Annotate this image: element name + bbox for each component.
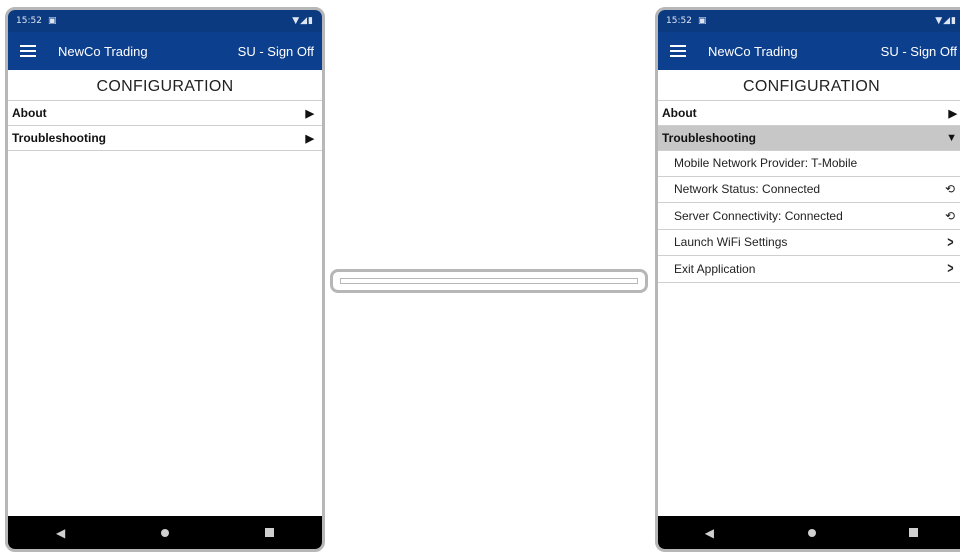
status-time: 15:52	[666, 16, 692, 26]
recents-icon[interactable]	[265, 528, 275, 537]
row-label: Launch WiFi Settings	[674, 235, 788, 250]
triangle-right-icon: ▶	[305, 107, 314, 120]
phone-collapsed: 15:52 ▣ ▼◢▮ NewCo Trading SU - Sign Off …	[5, 7, 325, 552]
section-troubleshooting[interactable]: Troubleshooting ▼	[658, 125, 960, 151]
back-icon[interactable]: ◀	[56, 526, 65, 540]
back-icon[interactable]: ◀	[705, 526, 714, 540]
app-title: NewCo Trading	[708, 43, 798, 59]
recents-icon[interactable]	[909, 528, 919, 537]
row-label: Network Status: Connected	[674, 182, 821, 197]
app-bar: NewCo Trading SU - Sign Off	[658, 32, 960, 70]
section-about[interactable]: About ▶	[8, 100, 322, 126]
home-icon[interactable]	[161, 528, 170, 537]
section-label: About	[662, 106, 697, 120]
app-bar: NewCo Trading SU - Sign Off	[8, 32, 322, 70]
sim-card-icon: ▣	[47, 16, 57, 26]
comparison-stage: 15:52 ▣ ▼◢▮ NewCo Trading SU - Sign Off …	[0, 0, 960, 552]
triangle-down-icon: ▼	[946, 132, 957, 144]
chevron-right-icon: >	[947, 233, 954, 251]
progress-bar	[330, 269, 648, 293]
exit-application-row[interactable]: Exit Application >	[658, 256, 960, 283]
status-bar: 15:52 ▣ ▼◢▮	[658, 10, 960, 32]
sign-off-button[interactable]: SU - Sign Off	[238, 44, 314, 59]
launch-wifi-settings-row[interactable]: Launch WiFi Settings >	[658, 230, 960, 256]
wifi-signal-battery-icons: ▼◢▮	[935, 16, 957, 26]
page-title: CONFIGURATION	[743, 78, 880, 95]
section-label: About	[12, 106, 47, 120]
progress-track	[340, 278, 638, 284]
sign-off-button[interactable]: SU - Sign Off	[881, 44, 957, 59]
section-label: Troubleshooting	[662, 131, 756, 145]
chevron-right-icon: >	[947, 260, 954, 278]
status-time: 15:52	[16, 16, 42, 26]
home-icon[interactable]	[807, 528, 816, 537]
hamburger-menu-icon[interactable]	[670, 45, 686, 57]
section-label: Troubleshooting	[12, 131, 106, 145]
app-title: NewCo Trading	[58, 43, 148, 59]
android-nav-bar: ◀	[8, 516, 322, 549]
row-label: Exit Application	[674, 261, 756, 276]
network-provider-row: Mobile Network Provider: T-Mobile	[658, 150, 960, 177]
row-label: Server Connectivity: Connected	[674, 208, 843, 223]
server-connectivity-row[interactable]: Server Connectivity: Connected ⟲	[658, 203, 960, 230]
page-title: CONFIGURATION	[96, 78, 234, 95]
section-troubleshooting[interactable]: Troubleshooting ▶	[8, 125, 322, 151]
status-bar: 15:52 ▣ ▼◢▮	[8, 10, 322, 32]
row-label: Mobile Network Provider: T-Mobile	[674, 155, 858, 170]
hamburger-menu-icon[interactable]	[20, 45, 36, 57]
refresh-icon[interactable]: ⟲	[945, 182, 955, 196]
triangle-right-icon: ▶	[305, 132, 314, 145]
wifi-signal-battery-icons: ▼◢▮	[292, 16, 314, 26]
phone-expanded: 15:52 ▣ ▼◢▮ NewCo Trading SU - Sign Off …	[655, 7, 960, 552]
section-about[interactable]: About ▶	[658, 100, 960, 126]
triangle-right-icon: ▶	[948, 107, 957, 120]
network-status-row[interactable]: Network Status: Connected ⟲	[658, 177, 960, 203]
android-nav-bar: ◀	[658, 516, 960, 549]
sim-card-icon: ▣	[697, 16, 707, 26]
refresh-icon[interactable]: ⟲	[945, 209, 955, 223]
